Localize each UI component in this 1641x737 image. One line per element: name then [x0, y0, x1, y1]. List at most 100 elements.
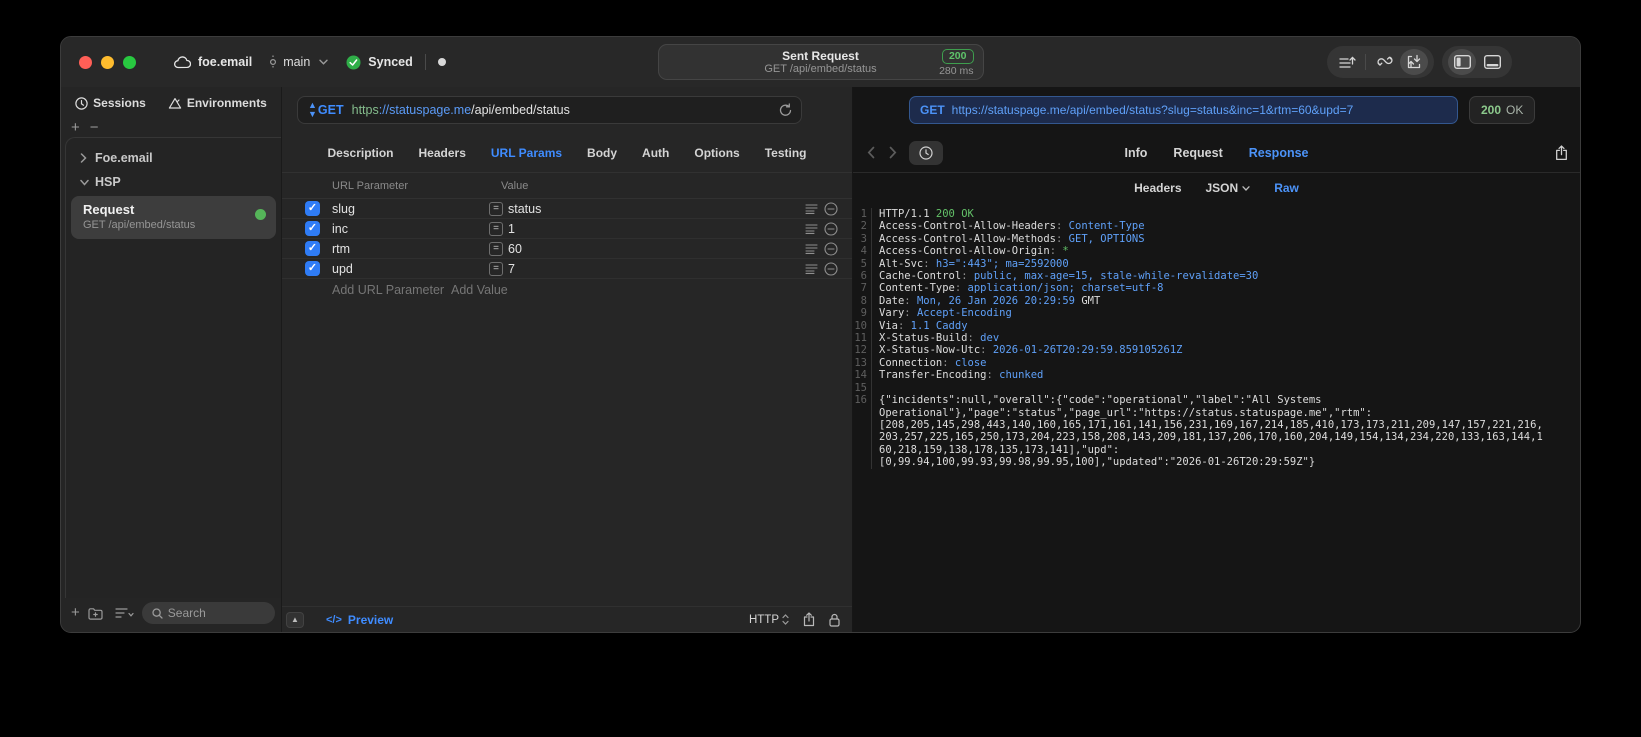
- url-param-row[interactable]: ✓ upd = 7: [282, 259, 852, 279]
- close-window-button[interactable]: [79, 55, 92, 69]
- tab-options[interactable]: Options: [694, 146, 739, 160]
- param-name-field[interactable]: rtm: [332, 242, 489, 256]
- response-status-box: 200 OK: [1469, 96, 1536, 124]
- sidebar-search[interactable]: [141, 602, 275, 624]
- response-status-text: OK: [1506, 103, 1524, 117]
- equals-icon: =: [489, 221, 503, 236]
- tree-item-hsp[interactable]: HSP: [66, 170, 281, 194]
- param-value-field[interactable]: status: [508, 202, 541, 216]
- sort-filter-icon[interactable]: [115, 607, 134, 619]
- tab-request[interactable]: Request: [1173, 146, 1222, 160]
- share-icon[interactable]: [803, 612, 815, 627]
- line-text: Transfer-Encoding: chunked: [879, 369, 1044, 382]
- justify-lines-icon[interactable]: [805, 243, 818, 254]
- tab-info[interactable]: Info: [1125, 146, 1148, 160]
- new-folder-icon[interactable]: [88, 607, 103, 620]
- previous-exchange-icon[interactable]: [867, 146, 875, 159]
- exchange-nav: [867, 146, 897, 159]
- param-enabled-checkbox[interactable]: ✓: [305, 261, 320, 276]
- tab-response[interactable]: Response: [1249, 146, 1309, 160]
- param-value-field[interactable]: 7: [508, 262, 515, 276]
- next-exchange-icon[interactable]: [889, 146, 897, 159]
- add-param-row[interactable]: Add URL Parameter Add Value: [282, 279, 852, 301]
- minimize-window-button[interactable]: [101, 55, 114, 69]
- environments-icon: [168, 97, 182, 110]
- project-switcher[interactable]: foe.email: [174, 55, 252, 69]
- method-select[interactable]: GET: [318, 103, 344, 117]
- add-session-button[interactable]: +: [71, 120, 80, 135]
- line-text: X-Status-Build: dev: [879, 332, 1000, 345]
- lock-icon[interactable]: [829, 613, 840, 627]
- remove-param-icon[interactable]: [824, 261, 838, 276]
- param-enabled-checkbox[interactable]: ✓: [305, 201, 320, 216]
- tab-body[interactable]: Body: [587, 146, 617, 160]
- export-response-icon[interactable]: [1555, 144, 1568, 161]
- response-tabs: Info Request Response: [1125, 146, 1309, 160]
- add-value-placeholder[interactable]: Add Value: [451, 283, 508, 297]
- param-enabled-checkbox[interactable]: ✓: [305, 221, 320, 236]
- new-request-button[interactable]: +: [71, 605, 80, 620]
- preview-button[interactable]: </> Preview: [326, 613, 393, 627]
- import-export-button[interactable]: [1400, 49, 1428, 75]
- tab-environments[interactable]: Environments: [168, 96, 267, 110]
- sync-branches-button[interactable]: [1370, 49, 1398, 75]
- tab-headers[interactable]: Headers: [419, 146, 466, 160]
- tree-item-foe-email[interactable]: Foe.email: [66, 146, 281, 170]
- justify-lines-icon[interactable]: [805, 263, 818, 274]
- add-url-parameter-placeholder[interactable]: Add URL Parameter: [282, 283, 451, 297]
- remove-param-icon[interactable]: [824, 241, 838, 256]
- sessions-tree: Foe.email HSP Request GET /api/embed/sta…: [65, 137, 281, 598]
- tab-auth[interactable]: Auth: [642, 146, 669, 160]
- sync-status[interactable]: Synced: [346, 55, 413, 70]
- toggle-sidebar-icon[interactable]: [1448, 49, 1476, 75]
- subtab-raw[interactable]: Raw: [1274, 181, 1299, 195]
- tab-url-params[interactable]: URL Params: [491, 146, 562, 160]
- search-input[interactable]: [167, 606, 265, 620]
- justify-lines-icon[interactable]: [805, 223, 818, 234]
- url-param-row[interactable]: ✓ inc = 1: [282, 219, 852, 239]
- zoom-window-button[interactable]: [123, 55, 136, 69]
- remove-param-icon[interactable]: [824, 221, 838, 236]
- remove-session-button[interactable]: −: [90, 120, 99, 135]
- param-enabled-checkbox[interactable]: ✓: [305, 241, 320, 256]
- request-editor-panel: ▲ ▼ GET https://statuspage.me/api/embed/s…: [282, 87, 853, 632]
- justify-lines-icon[interactable]: [805, 203, 818, 214]
- subtab-headers[interactable]: Headers: [1134, 181, 1181, 195]
- response-code[interactable]: 1 HTTP/1.1 200 OK 2 Access-Control-Allow…: [853, 203, 1580, 632]
- http-version-select[interactable]: HTTP: [749, 614, 789, 626]
- param-name-field[interactable]: upd: [332, 262, 489, 276]
- updown-chevrons-icon: [782, 614, 789, 625]
- history-clock-icon[interactable]: [909, 140, 943, 165]
- url-param-row[interactable]: ✓ slug = status: [282, 199, 852, 219]
- remove-param-icon[interactable]: [824, 201, 838, 216]
- summary-title: Sent Request: [782, 48, 859, 63]
- tab-description[interactable]: Description: [328, 146, 394, 160]
- titlebar-separator: [424, 54, 426, 70]
- request-summary-capsule[interactable]: Sent Request GET /api/embed/status 200 2…: [657, 44, 984, 80]
- request-url-bar[interactable]: ▲ ▼ GET https://statuspage.me/api/embed/s…: [297, 96, 802, 124]
- param-value-field[interactable]: 1: [508, 222, 515, 236]
- line-number: 16: [853, 394, 872, 469]
- tab-sessions[interactable]: Sessions: [75, 96, 146, 110]
- traffic-lights: [79, 55, 136, 69]
- subtab-json[interactable]: JSON: [1206, 181, 1251, 195]
- param-name-field[interactable]: slug: [332, 202, 489, 216]
- param-row-icons: [805, 201, 838, 216]
- request-list-item-selected[interactable]: Request GET /api/embed/status: [71, 196, 276, 239]
- unsaved-indicator-dot: [437, 58, 446, 66]
- param-name-field[interactable]: inc: [332, 222, 489, 236]
- export-code-button[interactable]: [1333, 49, 1361, 75]
- branch-switcher[interactable]: main: [268, 55, 328, 69]
- resend-request-icon[interactable]: [779, 103, 792, 117]
- url-param-row[interactable]: ✓ rtm = 60: [282, 239, 852, 259]
- collapse-panel-icon[interactable]: ▲: [286, 611, 304, 628]
- tab-testing[interactable]: Testing: [765, 146, 807, 160]
- code-line: 16 {"incidents":null,"overall":{"code":"…: [853, 394, 1580, 469]
- sent-request-url-box[interactable]: GET https://statuspage.me/api/embed/stat…: [909, 96, 1458, 124]
- param-value-field[interactable]: 60: [508, 242, 522, 256]
- sidebar-list-controls: + −: [61, 119, 281, 137]
- footer-right-controls: HTTP: [749, 612, 840, 627]
- group-divider: [1365, 54, 1366, 70]
- code-line: 5 Alt-Svc: h3=":443"; ma=2592000: [853, 257, 1580, 271]
- toggle-bottom-panel-icon[interactable]: [1478, 49, 1506, 75]
